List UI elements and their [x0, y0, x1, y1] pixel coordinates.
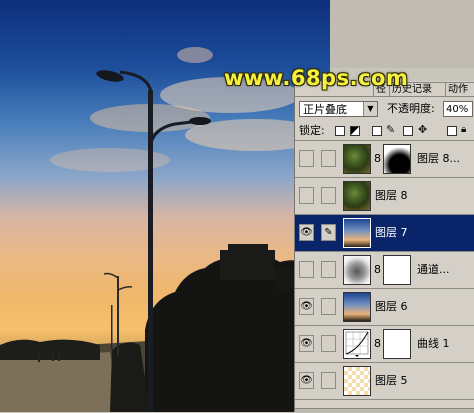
- move-icon: ✥: [418, 123, 428, 136]
- eye-icon[interactable]: 👁︎: [299, 335, 314, 352]
- link-icon: 8: [374, 152, 381, 165]
- empty-canvas-area: [330, 0, 474, 68]
- mask-thumbnail: [383, 329, 411, 359]
- lock-position-checkbox[interactable]: [403, 126, 413, 136]
- eye-icon[interactable]: 👁︎: [299, 298, 314, 315]
- layer-row[interactable]: 图层 8: [295, 178, 474, 215]
- visibility-toggle[interactable]: [299, 150, 314, 167]
- curves-adjustment-icon: [343, 329, 371, 359]
- layer-name: 图层 5: [375, 374, 408, 387]
- layer-name: 图层 7: [375, 226, 408, 239]
- blend-mode-value: 正片叠底: [303, 103, 347, 116]
- link-toggle[interactable]: [321, 261, 336, 278]
- panel-footer: [295, 408, 474, 413]
- chevron-down-icon[interactable]: ▼: [363, 102, 377, 116]
- layer-row-selected[interactable]: 👁︎ ✎ 图层 7: [295, 215, 474, 252]
- layer-thumbnail: [343, 144, 371, 174]
- lock-transparency-checkbox[interactable]: [335, 126, 345, 136]
- layer-name: 曲线 1: [417, 337, 450, 350]
- visibility-toggle[interactable]: [299, 261, 314, 278]
- opacity-input[interactable]: 40%: [443, 101, 473, 117]
- lock-all-checkbox[interactable]: [447, 126, 457, 136]
- photo-canvas[interactable]: [0, 0, 330, 412]
- blend-mode-select[interactable]: 正片叠底 ▼: [299, 101, 378, 117]
- link-toggle[interactable]: [321, 298, 336, 315]
- layer-name: 图层 8: [375, 189, 408, 202]
- layer-thumbnail: [343, 255, 371, 285]
- layer-row[interactable]: 👁︎ 8 曲线 1: [295, 326, 474, 363]
- eye-icon[interactable]: 👁︎: [299, 224, 314, 241]
- mask-thumbnail: [383, 144, 411, 174]
- transparency-icon: [350, 126, 360, 136]
- brush-icon[interactable]: ✎: [321, 224, 336, 241]
- link-toggle[interactable]: [321, 187, 336, 204]
- layer-name: 通道...: [417, 263, 450, 276]
- street-scene: [0, 47, 330, 412]
- brush-icon: ✎: [386, 123, 396, 136]
- layer-row[interactable]: 8 通道...: [295, 252, 474, 289]
- link-icon: 8: [374, 263, 381, 276]
- layer-name: 图层 6: [375, 300, 408, 313]
- visibility-toggle[interactable]: [299, 187, 314, 204]
- layer-row[interactable]: 👁︎ 图层 6: [295, 289, 474, 326]
- link-toggle[interactable]: [321, 372, 336, 389]
- layer-list: 8 图层 8... 图层 8 👁︎ ✎ 图层 7 8 通道... 👁︎ 图层 6…: [295, 141, 474, 412]
- link-toggle[interactable]: [321, 335, 336, 352]
- eye-icon[interactable]: 👁︎: [299, 372, 314, 389]
- opacity-label: 不透明度:: [387, 102, 435, 115]
- layer-thumbnail: [343, 218, 371, 248]
- curve-graph-icon: [345, 331, 369, 357]
- layers-panel: 径 历史记录 动作 正片叠底 ▼ 不透明度: 40% 锁定: ✎ ✥ 🔒︎ 8 …: [294, 81, 474, 413]
- layer-name: 图层 8...: [417, 152, 460, 165]
- layer-row[interactable]: 8 图层 8...: [295, 141, 474, 178]
- tab-actions[interactable]: 动作: [445, 82, 474, 96]
- lock-icon: 🔒︎: [461, 124, 467, 135]
- link-icon: 8: [374, 337, 381, 350]
- lock-pixels-checkbox[interactable]: [372, 126, 382, 136]
- lock-label: 锁定:: [299, 124, 325, 137]
- watermark-text: www.68ps.com: [224, 66, 409, 90]
- mask-thumbnail: [383, 255, 411, 285]
- layer-row[interactable]: 👁︎ 图层 5: [295, 363, 474, 400]
- lock-row: 锁定: ✎ ✥ 🔒︎: [295, 122, 474, 141]
- layer-thumbnail: [343, 366, 371, 396]
- link-toggle[interactable]: [321, 150, 336, 167]
- layer-thumbnail: [343, 181, 371, 211]
- layer-thumbnail: [343, 292, 371, 322]
